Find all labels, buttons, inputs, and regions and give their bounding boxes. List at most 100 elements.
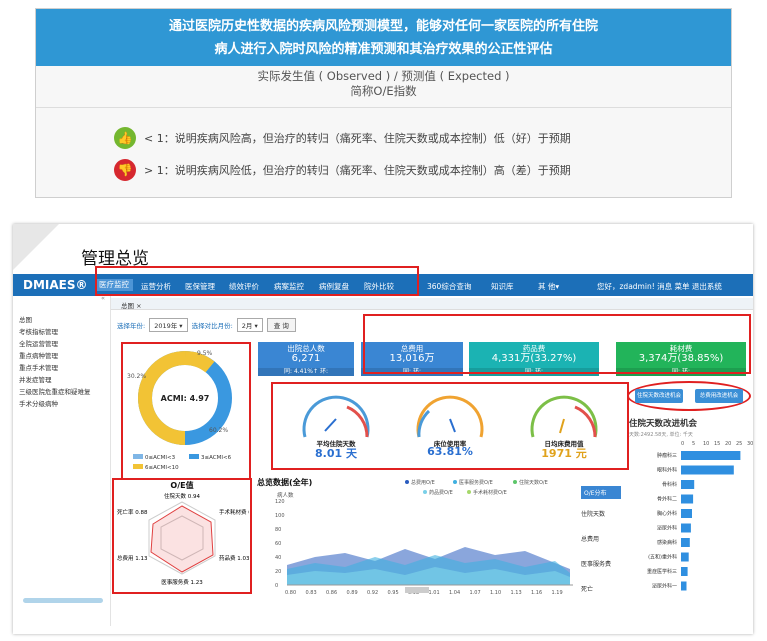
x-tick-label: 1.13 <box>511 590 522 596</box>
x-tick-label: 1.04 <box>449 590 460 596</box>
nav-item-8[interactable]: 知识库 <box>491 281 514 292</box>
zoom-slider[interactable] <box>405 587 429 593</box>
sidebar-item-0[interactable]: 总图 <box>19 314 32 324</box>
y-tick-label: 20 <box>275 569 281 575</box>
radar-axis-label: 手术耗材费 0.87 <box>219 508 249 516</box>
sidebar-item-3[interactable]: 重点病种管理 <box>19 350 58 360</box>
year-select[interactable]: 2019年 ▾ <box>149 318 188 332</box>
legend-item: 住院天数O/E <box>519 479 548 486</box>
cost-improvement-button[interactable]: 总费用改进机会 <box>695 389 743 403</box>
radar-axis-label: 医事服务费 1.23 <box>161 578 203 586</box>
nav-item-9[interactable]: 其 他▾ <box>538 281 559 292</box>
summary-ylabel: 病人数 <box>277 491 294 499</box>
x-tick-label: 0.95 <box>388 590 399 596</box>
nav-item-7[interactable]: 360综合查询 <box>427 281 471 292</box>
year-label: 选择年份: <box>117 322 146 330</box>
filter-bar: 选择年份: 2019年 ▾ 选择对比月份: 2月 ▾ 查 询 <box>117 318 296 332</box>
oe-side-item[interactable]: 住院天数 <box>581 509 621 518</box>
thumbs-down-icon: 👎 <box>114 159 136 181</box>
bar <box>681 552 689 562</box>
info-panel: 通过医院历史性数据的疾病风险预测模型，能够对任何一家医院的所有住院 病人进行入院… <box>35 8 732 198</box>
oe-distribution-button[interactable]: O/E分布 <box>581 486 621 499</box>
y-tick-label: 0 <box>275 583 278 589</box>
cards-highlight-box <box>363 314 751 374</box>
oe-radar-chart: O/E值 住院天数 0.94 手术耗材费 0.87 药品费 1.03 医事服务费… <box>117 480 249 586</box>
x-tick-label: 0.80 <box>285 590 296 596</box>
radar-axis-label: 住院天数 0.94 <box>164 492 200 500</box>
sidebar-item-1[interactable]: 考核指标管理 <box>19 326 58 336</box>
y-tick-label: 120 <box>275 499 285 505</box>
bar-label: 重症医学科三 <box>647 568 677 575</box>
sidebar-scrollbar[interactable] <box>23 598 103 603</box>
gauge-needle <box>324 418 337 432</box>
los-improvement-button[interactable]: 住院天数改进机会 <box>635 389 683 403</box>
banner-line-2: 病人进行入院时风险的精准预测和其治疗效果的公正性评估 <box>214 42 553 57</box>
bar <box>681 567 688 576</box>
gauge-value: 63.81% <box>427 445 473 458</box>
gauge-dial <box>530 395 598 438</box>
gauge-dial <box>302 395 370 438</box>
bar-axis-tick: 30 <box>747 441 753 447</box>
oe-definition: 实际发生值 ( Observed ) / 预测值 ( Expected ) 简称… <box>36 69 731 99</box>
bar-label: (五和)重外科 <box>648 554 677 561</box>
gauge-value: 1971 元 <box>541 447 587 460</box>
y-tick-label: 100 <box>275 513 285 519</box>
sidebar-item-4[interactable]: 重点手术管理 <box>19 362 58 372</box>
info-banner: 通过医院历史性数据的疾病风险预测模型，能够对任何一家医院的所有住院 病人进行入院… <box>36 9 731 66</box>
gauge-needle <box>449 418 456 433</box>
legend-item: 总费用O/E <box>411 479 435 486</box>
donut-legend-2: 6≤ACMI<10 <box>145 465 179 471</box>
user-menu[interactable]: 您好，zdadmin! 消息 菜单 退出系统 <box>597 281 722 292</box>
thumbs-up-icon: 👍 <box>114 127 136 149</box>
bar-label: 肿瘤科三 <box>657 452 677 459</box>
acmi-donut-chart: ACMI: 4.97 9.5% 30.2% 60.2% 0≤ACMI<3 3≤A… <box>127 350 232 471</box>
sidebar-item-5[interactable]: 并发症管理 <box>19 374 52 384</box>
x-tick-label: 0.89 <box>347 590 358 596</box>
tab-bar: 总图 × <box>111 298 753 310</box>
oe-side-item[interactable]: 医事服务费 <box>581 559 621 568</box>
gauge-dial <box>416 395 484 438</box>
legend-swatch <box>133 454 143 459</box>
radar-title: O/E值 <box>170 480 193 490</box>
bar-label: 泌尿外科 <box>657 525 677 532</box>
banner-line-1: 通过医院历史性数据的疾病风险预测模型，能够对任何一家医院的所有住院 <box>168 19 598 34</box>
sidebar-item-6[interactable]: 三级医院危重症和疑难复 <box>19 386 91 396</box>
good-row: 👍 < 1：说明疾病风险高，但治疗的转归（痛死率、住院天数或成本控制）低（好）于… <box>114 127 571 149</box>
legend-swatch <box>133 464 143 469</box>
oe-side-menu: O/E分布 住院天数 总费用 医事服务费 死亡 <box>581 486 621 606</box>
collapse-icon[interactable]: « <box>101 294 105 302</box>
bar <box>681 523 691 533</box>
sidebar-item-2[interactable]: 全院运营管理 <box>19 338 58 348</box>
oe-side-item[interactable]: 死亡 <box>581 584 621 593</box>
tab-overview[interactable]: 总图 × <box>121 300 142 310</box>
donut-center-label: ACMI: 4.97 <box>161 394 210 403</box>
gauge-value: 8.01 天 <box>315 447 357 460</box>
month-select[interactable]: 2月 ▾ <box>236 318 263 332</box>
card-foot: 同: 4.41%↑ 环: <box>258 368 354 376</box>
good-text: < 1：说明疾病风险高，但治疗的转归（痛死率、住院天数或成本控制）低（好）于预期 <box>144 132 571 145</box>
bad-row: 👎 > 1：说明疾病风险低，但治疗的转归（痛死率、住院天数或成本控制）高（差）于… <box>114 159 571 181</box>
legend-item: 药品费O/E <box>429 489 453 496</box>
sidebar-item-7[interactable]: 手术分级病种 <box>19 398 58 408</box>
x-tick-label: 0.83 <box>306 590 317 596</box>
oe-side-item[interactable]: 总费用 <box>581 534 621 543</box>
gauge-los: 平均住院天数 8.01 天 <box>277 387 395 467</box>
bar-axis-tick: 15 <box>714 441 720 447</box>
donut-label-a: 9.5% <box>197 350 213 357</box>
bar-label: 胸心外科 <box>657 510 677 517</box>
query-button[interactable]: 查 询 <box>266 318 296 332</box>
improvement-bar-chart: 0 5 10 15 20 25 30 肿瘤科三眼科外科骨科科骨外科二胸心外科泌尿外科感染病科 (… <box>647 441 753 591</box>
bar-axis-tick: 5 <box>692 441 695 447</box>
bar <box>681 465 734 475</box>
bar <box>681 451 741 460</box>
donut-label-c: 60.2% <box>209 427 228 434</box>
dashboard-screenshot: 管理总览 DMIAES® 医疗监控 运营分析 医保管理 绩效评价 病案监控 病例… <box>13 224 753 634</box>
gauge-needle <box>559 418 565 434</box>
x-tick-label: 0.86 <box>326 590 337 596</box>
bar <box>681 509 692 518</box>
radar-axis-label: 死亡率 0.88 <box>117 508 148 516</box>
divider <box>36 107 731 108</box>
legend-swatch <box>189 454 199 459</box>
donut-legend-0: 0≤ACMI<3 <box>145 455 176 461</box>
bar <box>681 494 694 504</box>
